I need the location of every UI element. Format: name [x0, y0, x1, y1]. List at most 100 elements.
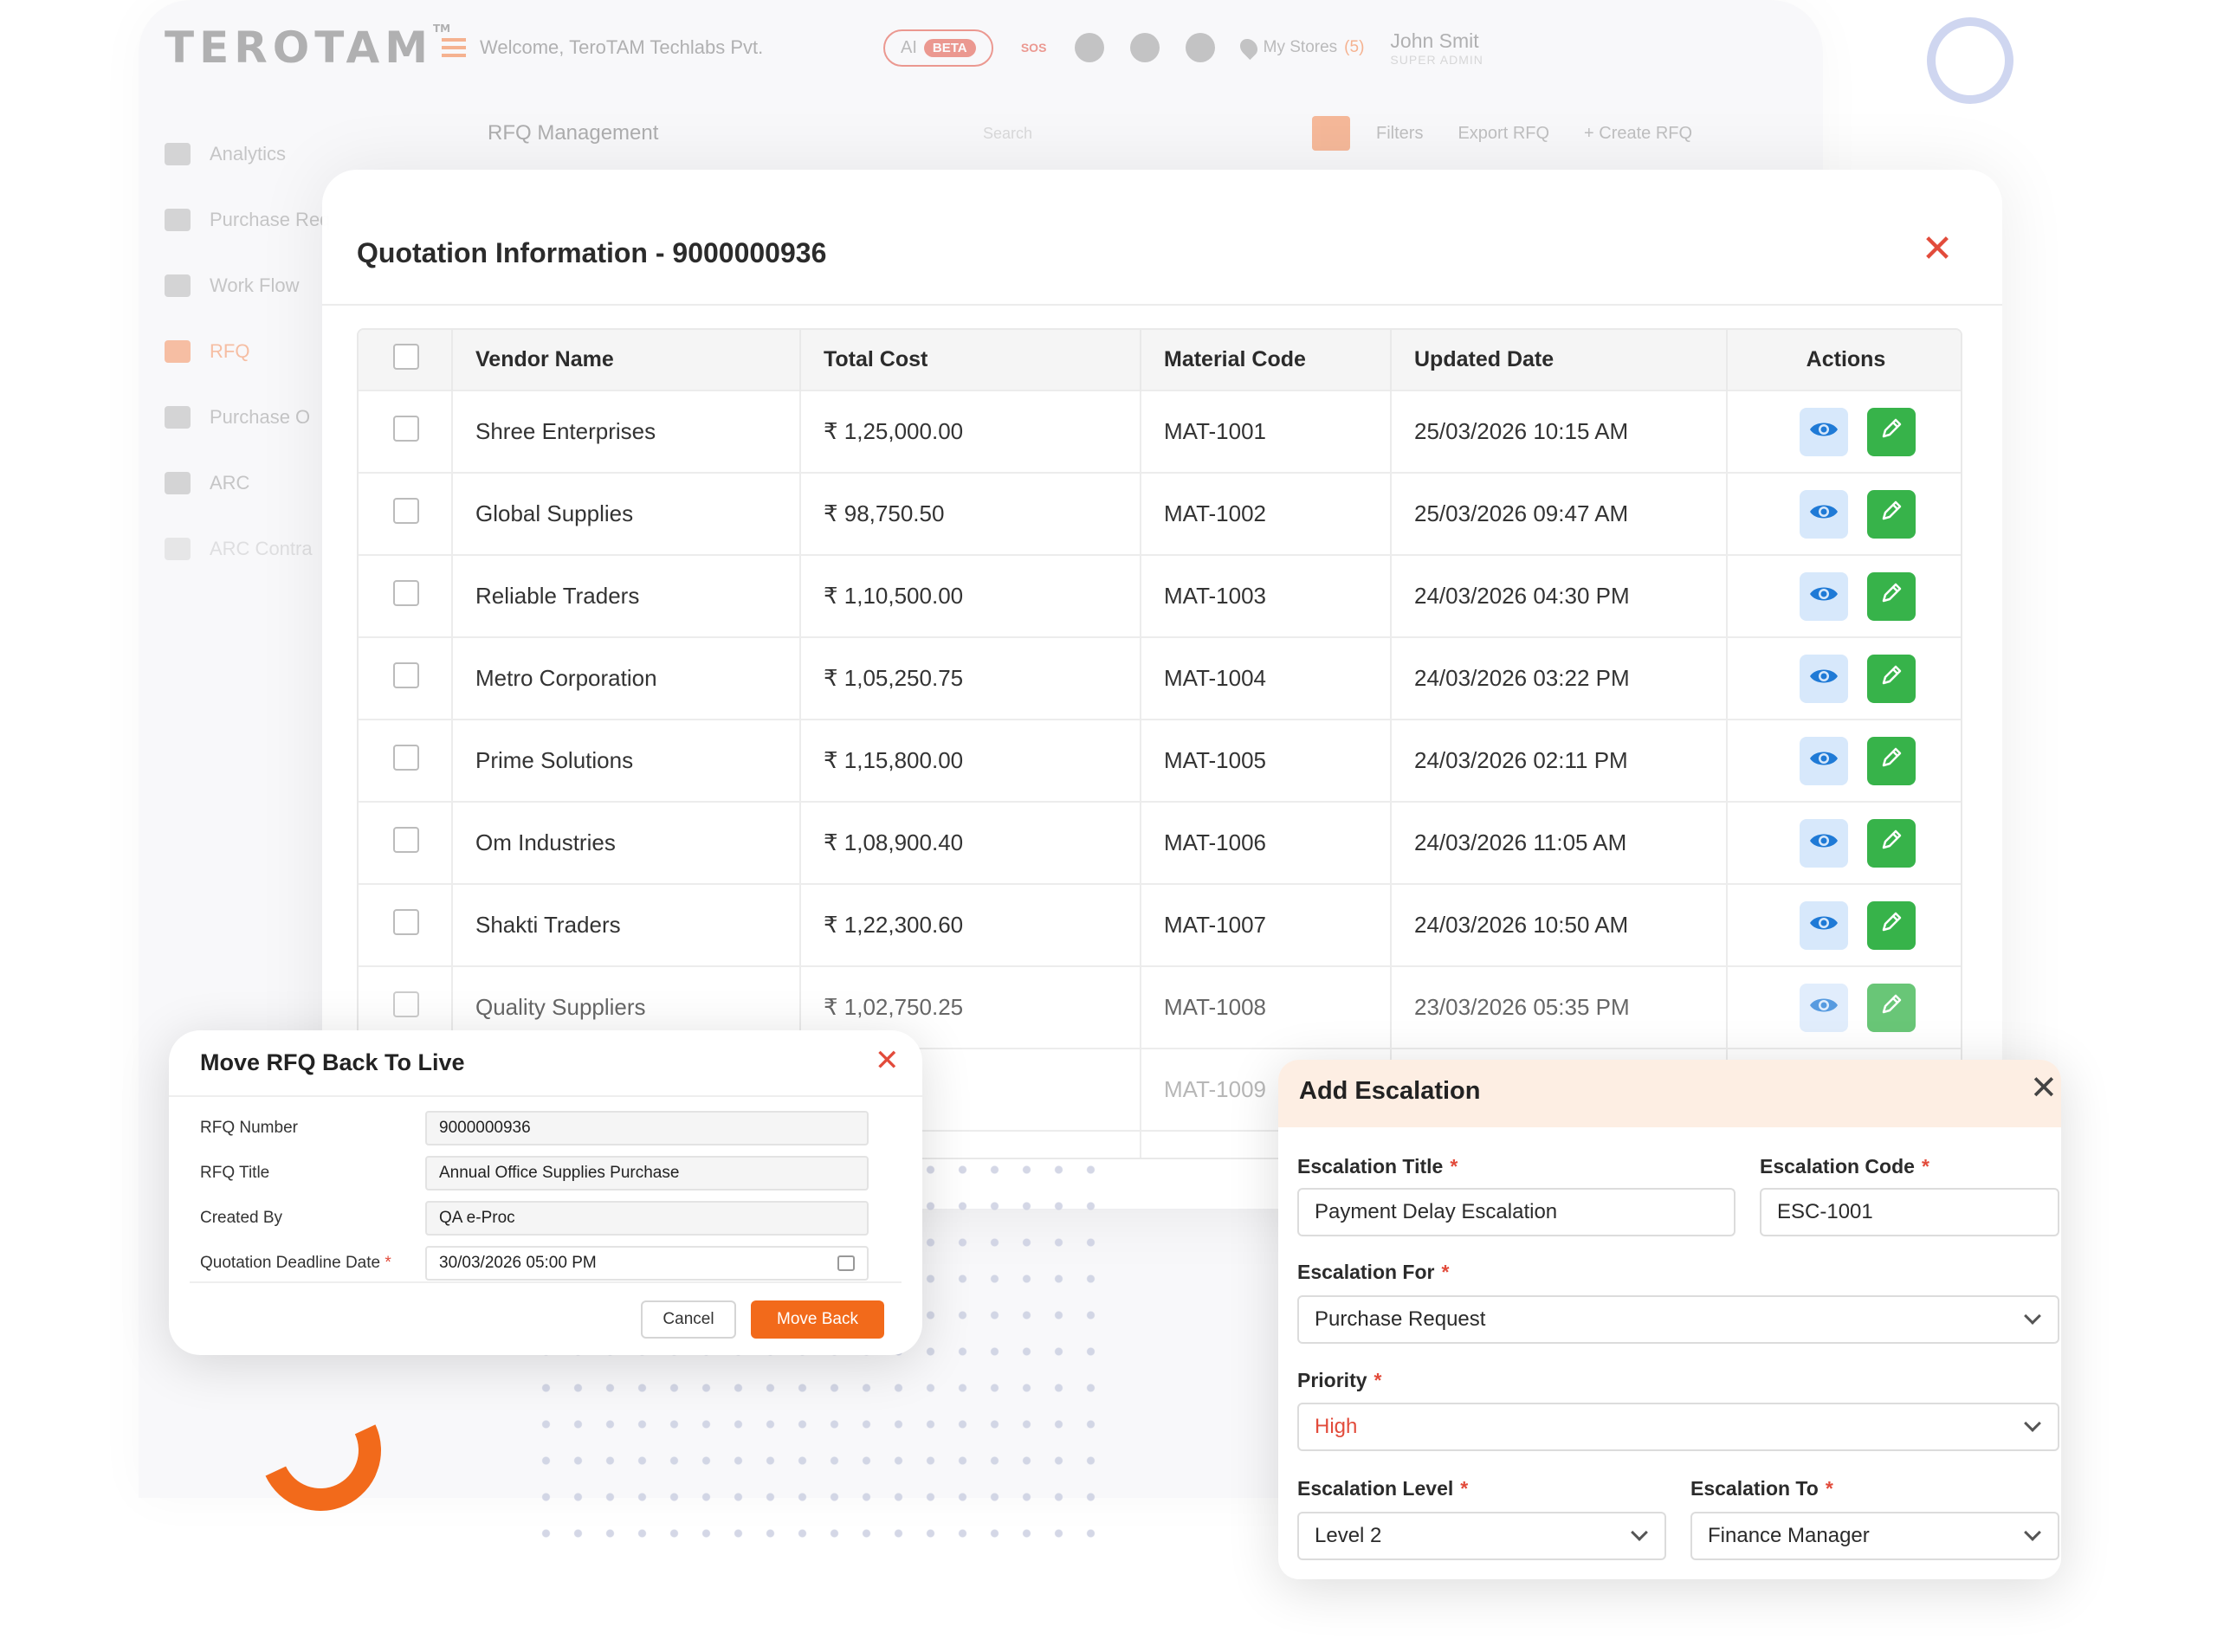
row-checkbox[interactable] [393, 580, 419, 606]
ai-label: AI [901, 37, 917, 57]
row-checkbox[interactable] [393, 909, 419, 935]
row-checkbox[interactable] [393, 745, 419, 771]
updated-date-cell: 24/03/2026 03:22 PM [1391, 636, 1728, 720]
edit-button[interactable] [1866, 654, 1916, 703]
table-row[interactable]: Metro Corporation ₹ 1,05,250.75 MAT-1004 24… [359, 636, 1961, 720]
inbox-icon[interactable] [1074, 33, 1104, 62]
updated-date-cell: 24/03/2026 04:30 PM [1391, 554, 1728, 637]
eye-icon [1809, 665, 1839, 692]
table-row[interactable]: Shree Enterprises ₹ 1,25,000.00 MAT-1001 25… [359, 390, 1961, 473]
updated-date-cell: 25/03/2026 10:15 AM [1391, 390, 1728, 473]
column-header-updated-date[interactable]: Updated Date [1391, 330, 1728, 390]
cancel-button[interactable]: Cancel [641, 1300, 736, 1339]
select-all-checkbox[interactable] [393, 344, 419, 370]
view-button[interactable] [1799, 571, 1848, 621]
calendar-icon[interactable] [837, 1255, 855, 1271]
close-icon[interactable]: ✕ [2030, 1072, 2058, 1105]
table-row[interactable]: Reliable Traders ₹ 1,10,500.00 MAT-1003 24/… [359, 554, 1961, 637]
edit-button[interactable] [1866, 407, 1916, 456]
row-select-cell [359, 390, 453, 473]
row-checkbox[interactable] [393, 416, 419, 442]
rfq-search-input[interactable]: Search [983, 125, 1312, 143]
deadline-row: Quotation Deadline Date * 30/03/2026 05:… [200, 1245, 893, 1281]
edit-button[interactable] [1866, 489, 1916, 539]
priority-select[interactable]: High [1297, 1403, 2059, 1451]
bell-icon[interactable] [1129, 33, 1160, 62]
column-header-vendor[interactable]: Vendor Name [452, 330, 801, 390]
row-select-cell [359, 883, 453, 966]
column-header-total-cost[interactable]: Total Cost [800, 330, 1141, 390]
total-cost-cell: ₹ 1,10,500.00 [800, 554, 1141, 637]
edit-button[interactable] [1866, 571, 1916, 621]
view-button[interactable] [1799, 407, 1848, 456]
edit-button[interactable] [1866, 736, 1916, 785]
row-select-cell [359, 636, 453, 720]
row-checkbox[interactable] [393, 991, 419, 1017]
edit-button[interactable] [1866, 900, 1916, 950]
eye-icon [1809, 583, 1839, 610]
actions-cell [1727, 719, 1961, 802]
total-cost-cell: ₹ 1,08,900.40 [800, 801, 1141, 884]
escalation-to-select[interactable]: Finance Manager [1690, 1512, 2059, 1560]
table-row[interactable]: Shakti Traders ₹ 1,22,300.60 MAT-1007 24/03… [359, 883, 1961, 966]
table-row[interactable]: Global Supplies ₹ 98,750.50 MAT-1002 25/03/… [359, 472, 1961, 555]
priority-label: Priority * [1297, 1369, 1382, 1391]
table-row[interactable]: Om Industries ₹ 1,08,900.40 MAT-1006 24/03/… [359, 801, 1961, 884]
total-cost-cell: ₹ 98,750.50 [800, 472, 1141, 555]
escalation-title-input[interactable]: Payment Delay Escalation [1297, 1188, 1735, 1236]
table-row[interactable]: Prime Solutions ₹ 1,15,800.00 MAT-1005 24/0… [359, 719, 1961, 802]
escalation-for-select[interactable]: Purchase Request [1297, 1295, 2059, 1344]
pencil-icon [1879, 663, 1904, 694]
escalation-for-label: Escalation For * [1297, 1261, 1450, 1283]
view-button[interactable] [1799, 818, 1848, 868]
deadline-date-input[interactable]: 30/03/2026 05:00 PM [425, 1246, 869, 1281]
row-checkbox[interactable] [393, 498, 419, 524]
chevron-down-icon [2024, 1415, 2041, 1432]
escalation-level-select[interactable]: Level 2 [1297, 1512, 1666, 1560]
pencil-icon [1879, 416, 1904, 447]
updated-date-cell: 24/03/2026 10:50 AM [1391, 883, 1728, 966]
move-back-button[interactable]: Move Back [751, 1300, 884, 1339]
pencil-icon [1879, 992, 1904, 1023]
export-rfq-button[interactable]: Export RFQ [1458, 124, 1549, 144]
edit-button[interactable] [1866, 818, 1916, 868]
escalation-code-input[interactable]: ESC-1001 [1760, 1188, 2059, 1236]
profile-icon[interactable] [1185, 33, 1215, 62]
view-button[interactable] [1799, 983, 1848, 1032]
user-menu[interactable]: John Smit SUPER ADMIN [1390, 29, 1483, 67]
vendor-name-cell: Global Supplies [452, 472, 801, 555]
filters-button[interactable]: Filters [1376, 124, 1423, 144]
column-header-material-code[interactable]: Material Code [1141, 330, 1392, 390]
ai-beta-button[interactable]: AI BETA [883, 29, 993, 67]
rfq-title-row: RFQ Title Annual Office Supplies Purchas… [200, 1155, 893, 1191]
updated-date-cell: 24/03/2026 02:11 PM [1391, 719, 1728, 802]
eye-icon [1809, 912, 1839, 939]
menu-icon[interactable] [442, 38, 466, 57]
workflow-icon [165, 274, 191, 297]
sidebar-item-analytics[interactable]: Analytics [165, 121, 355, 187]
my-stores-selector[interactable]: My Stores (5) [1236, 35, 1364, 61]
rfq-title-field: Annual Office Supplies Purchase [425, 1156, 869, 1191]
material-code-cell: MAT-1006 [1141, 801, 1392, 884]
close-icon[interactable]: ✕ [875, 1046, 900, 1075]
pencil-icon [1879, 910, 1904, 940]
close-icon[interactable]: ✕ [1920, 230, 1955, 268]
edit-button[interactable] [1866, 983, 1916, 1032]
create-rfq-button[interactable]: + Create RFQ [1584, 124, 1692, 144]
view-button[interactable] [1799, 900, 1848, 950]
view-button[interactable] [1799, 654, 1848, 703]
eye-icon [1809, 418, 1839, 445]
quotation-modal-title: Quotation Information - 9000000936 [357, 237, 827, 268]
view-button[interactable] [1799, 736, 1848, 785]
search-icon[interactable] [1312, 116, 1350, 151]
chevron-down-icon [2024, 1307, 2041, 1325]
select-all-cell [359, 330, 453, 390]
sos-icon[interactable]: SOS [1019, 33, 1049, 62]
escalation-level-value: Level 2 [1315, 1524, 1382, 1547]
view-button[interactable] [1799, 489, 1848, 539]
row-checkbox[interactable] [393, 662, 419, 688]
row-checkbox[interactable] [393, 827, 419, 853]
actions-cell [1727, 636, 1961, 720]
eye-icon [1809, 500, 1839, 527]
user-name: John Smit [1390, 29, 1479, 52]
